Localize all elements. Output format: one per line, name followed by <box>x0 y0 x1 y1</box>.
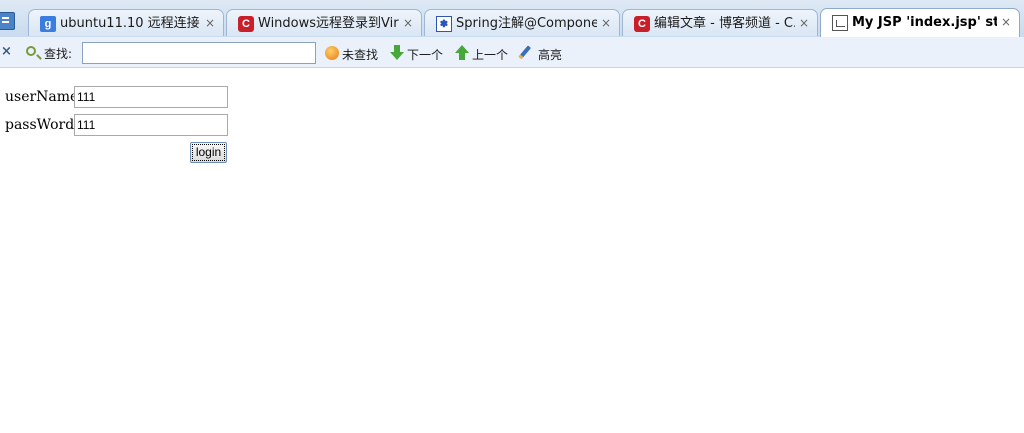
find-input[interactable] <box>82 42 316 64</box>
login-button[interactable]: login <box>190 142 227 163</box>
tab-close-icon[interactable]: × <box>799 17 809 29</box>
tab-title: 编辑文章 - 博客频道 - C... <box>654 16 795 31</box>
tab-edit-article[interactable]: C 编辑文章 - 博客频道 - C... × <box>622 9 818 36</box>
password-field[interactable]: 111 <box>74 114 228 136</box>
tab-spring[interactable]: ✽ Spring注解@Compone... × <box>424 9 620 36</box>
tab-close-icon[interactable]: × <box>601 17 611 29</box>
find-bar: × 查找: 未查找 下一个 上一个 高亮 <box>0 37 1024 68</box>
google-icon: g <box>40 16 56 32</box>
csdn-icon: C <box>238 16 254 32</box>
tab-windows-remote[interactable]: C Windows远程登录到Virt... × <box>226 9 422 36</box>
tab-ubuntu[interactable]: g ubuntu11.10 远程连接 -... × <box>28 9 224 36</box>
tab-close-icon[interactable]: × <box>403 17 413 29</box>
search-icon <box>26 46 36 56</box>
close-icon[interactable]: × <box>1 44 12 59</box>
tab-close-icon[interactable]: × <box>205 17 215 29</box>
arrow-down-icon[interactable] <box>390 45 404 60</box>
find-label: 查找: <box>44 47 73 61</box>
tab-strip: g ubuntu11.10 远程连接 -... × C Windows远程登录到… <box>0 0 1024 38</box>
tab-close-icon[interactable]: × <box>1001 16 1011 28</box>
document-icon <box>832 15 848 31</box>
csdn-icon: C <box>634 16 650 32</box>
find-prev-button[interactable]: 上一个 <box>472 46 508 63</box>
username-label: userName: <box>5 89 84 105</box>
password-label: passWord: <box>5 117 79 133</box>
status-icon <box>325 46 339 60</box>
page-content: userName: 111 passWord: 111 login <box>0 68 1024 433</box>
find-status: 未查找 <box>342 48 379 62</box>
browser-menu-icon[interactable] <box>0 12 15 30</box>
tab-title: Windows远程登录到Virt... <box>258 16 399 31</box>
tab-title: ubuntu11.10 远程连接 -... <box>60 16 201 31</box>
highlighter-icon[interactable] <box>518 45 532 59</box>
tab-index-jsp[interactable]: My JSP 'index.jsp' sta... × <box>820 8 1020 37</box>
arrow-up-icon[interactable] <box>455 45 469 60</box>
username-field[interactable]: 111 <box>74 86 228 108</box>
baidu-paw-icon: ✽ <box>436 16 452 32</box>
tab-title: My JSP 'index.jsp' sta... <box>852 15 997 30</box>
find-next-button[interactable]: 下一个 <box>407 46 443 63</box>
highlight-button[interactable]: 高亮 <box>538 46 562 63</box>
tab-title: Spring注解@Compone... <box>456 16 597 31</box>
